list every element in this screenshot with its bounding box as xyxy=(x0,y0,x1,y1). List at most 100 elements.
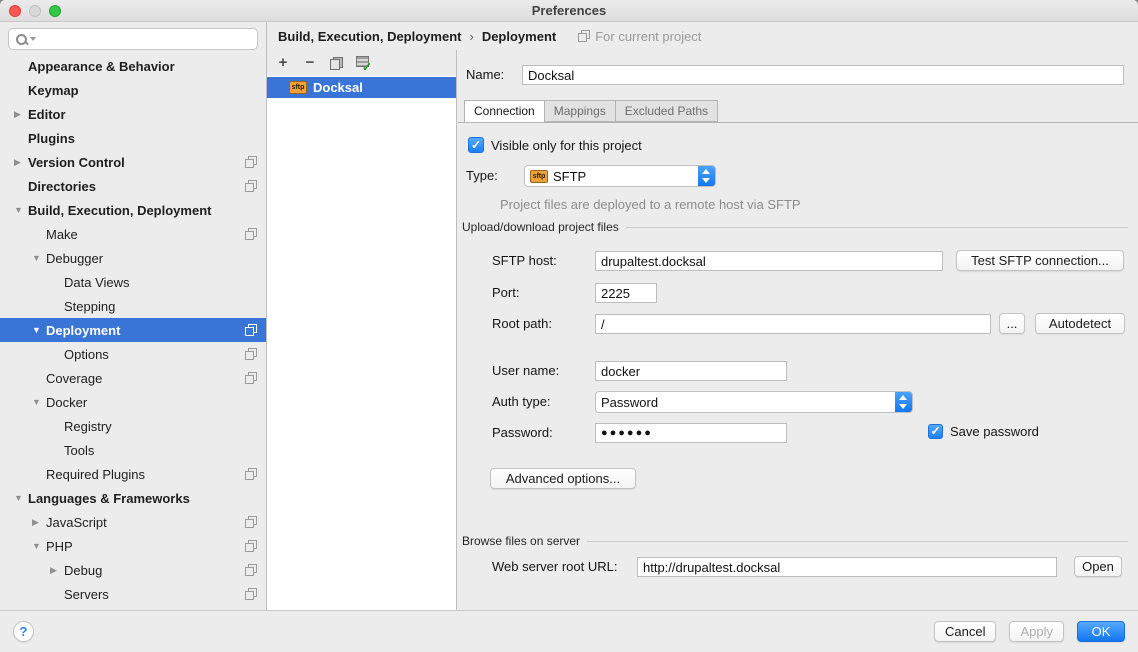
sidebar-item-debugger[interactable]: ▼Debugger xyxy=(0,246,266,270)
preferences-window: Preferences Appearance & Behavior Keymap… xyxy=(0,0,1138,652)
sidebar-item-data-views[interactable]: Data Views xyxy=(0,270,266,294)
web-root-field[interactable] xyxy=(637,557,1057,577)
password-label: Password: xyxy=(492,422,553,444)
sidebar-item-required-plugins[interactable]: Required Plugins xyxy=(0,462,266,486)
sidebar-item-stepping[interactable]: Stepping xyxy=(0,294,266,318)
save-password-label: Save password xyxy=(950,424,1039,439)
auth-type-label: Auth type: xyxy=(492,391,551,413)
project-scope-icon xyxy=(245,228,257,240)
name-field[interactable] xyxy=(522,65,1124,85)
settings-search-box[interactable] xyxy=(8,28,258,50)
sidebar-item-make[interactable]: Make xyxy=(0,222,266,246)
breadcrumb-separator: › xyxy=(469,29,473,44)
sidebar-item-docker[interactable]: ▼Docker xyxy=(0,390,266,414)
chevron-down-icon[interactable]: ▼ xyxy=(30,541,46,551)
server-name: Docksal xyxy=(313,80,363,95)
copy-server-button[interactable] xyxy=(330,57,343,70)
auth-type-value: Password xyxy=(601,395,658,410)
password-field[interactable] xyxy=(595,423,787,443)
deployment-form: Name: Connection Mappings Excluded Paths… xyxy=(458,50,1138,610)
minimize-button[interactable] xyxy=(29,5,41,17)
sidebar-item-options[interactable]: Options xyxy=(0,342,266,366)
breadcrumb-parent[interactable]: Build, Execution, Deployment xyxy=(278,29,461,44)
help-button[interactable]: ? xyxy=(13,621,34,642)
project-scope-icon xyxy=(245,372,257,384)
sidebar-item-appearance-behavior[interactable]: Appearance & Behavior xyxy=(0,54,266,78)
browse-root-path-button[interactable]: ... xyxy=(999,313,1025,334)
chevron-down-icon[interactable]: ▼ xyxy=(30,325,46,335)
sidebar-item-registry[interactable]: Registry xyxy=(0,414,266,438)
sftp-icon: sftp xyxy=(289,81,307,94)
breadcrumb: Build, Execution, Deployment › Deploymen… xyxy=(267,22,1138,50)
visible-only-label: Visible only for this project xyxy=(491,138,642,153)
sidebar-item-editor[interactable]: ▶Editor xyxy=(0,102,266,126)
sidebar-item-plugins[interactable]: Plugins xyxy=(0,126,266,150)
port-field[interactable] xyxy=(595,283,657,303)
port-label: Port: xyxy=(492,282,519,304)
test-sftp-connection-button[interactable]: Test SFTP connection... xyxy=(956,250,1124,271)
tab-connection[interactable]: Connection xyxy=(464,100,545,123)
type-label: Type: xyxy=(466,165,498,187)
upload-section-header: Upload/download project files xyxy=(462,220,1128,234)
web-root-label: Web server root URL: xyxy=(492,556,617,578)
autodetect-button[interactable]: Autodetect xyxy=(1035,313,1125,334)
auth-type-dropdown[interactable]: Password xyxy=(595,391,913,413)
user-name-field[interactable] xyxy=(595,361,787,381)
visible-only-checkbox[interactable]: ✓ xyxy=(468,137,484,153)
sidebar-item-php[interactable]: ▼PHP xyxy=(0,534,266,558)
sftp-host-field[interactable] xyxy=(595,251,943,271)
type-dropdown[interactable]: sftp SFTP xyxy=(524,165,716,187)
search-options-caret-icon[interactable] xyxy=(30,37,36,41)
add-server-button[interactable]: + xyxy=(276,55,290,71)
chevron-down-icon[interactable]: ▼ xyxy=(12,493,28,503)
dropdown-stepper-icon[interactable] xyxy=(895,392,912,412)
dropdown-stepper-icon[interactable] xyxy=(698,166,715,186)
chevron-right-icon[interactable]: ▶ xyxy=(12,109,28,120)
chevron-down-icon[interactable]: ▼ xyxy=(30,397,46,407)
user-name-label: User name: xyxy=(492,360,559,382)
chevron-down-icon[interactable]: ▼ xyxy=(30,253,46,263)
sidebar-item-directories[interactable]: Directories xyxy=(0,174,266,198)
close-button[interactable] xyxy=(9,5,21,17)
apply-button[interactable]: Apply xyxy=(1009,621,1064,642)
sidebar-item-coverage[interactable]: Coverage xyxy=(0,366,266,390)
tab-excluded-paths[interactable]: Excluded Paths xyxy=(616,100,718,122)
sidebar-item-deployment[interactable]: ▼Deployment xyxy=(0,318,266,342)
check-icon: ✓ xyxy=(362,60,372,74)
open-url-button[interactable]: Open xyxy=(1074,556,1122,577)
sidebar-item-servers[interactable]: Servers xyxy=(0,582,266,606)
sidebar-item-javascript[interactable]: ▶JavaScript xyxy=(0,510,266,534)
tab-mappings[interactable]: Mappings xyxy=(545,100,616,122)
sidebar-item-keymap[interactable]: Keymap xyxy=(0,78,266,102)
chevron-right-icon[interactable]: ▶ xyxy=(48,565,64,576)
server-list-toolbar: + − ✓ xyxy=(267,50,456,76)
sidebar-item-debug[interactable]: ▶Debug xyxy=(0,558,266,582)
project-scope-icon xyxy=(245,468,257,480)
chevron-down-icon[interactable]: ▼ xyxy=(12,205,28,215)
chevron-right-icon[interactable]: ▶ xyxy=(30,517,46,528)
settings-search-input[interactable] xyxy=(39,30,253,48)
project-scope-icon xyxy=(578,30,590,42)
ok-button[interactable]: OK xyxy=(1077,621,1125,642)
root-path-label: Root path: xyxy=(492,313,552,335)
cancel-button[interactable]: Cancel xyxy=(934,621,996,642)
sidebar-item-languages-frameworks[interactable]: ▼Languages & Frameworks xyxy=(0,486,266,510)
server-list-item-docksal[interactable]: sftp Docksal xyxy=(267,77,456,98)
sidebar-item-version-control[interactable]: ▶Version Control xyxy=(0,150,266,174)
use-as-default-button[interactable]: ✓ xyxy=(356,56,370,70)
zoom-button[interactable] xyxy=(49,5,61,17)
advanced-options-button[interactable]: Advanced options... xyxy=(490,468,636,489)
project-scope-icon xyxy=(245,588,257,600)
server-list-panel: + − ✓ sftp Docksal xyxy=(267,50,457,610)
root-path-field[interactable] xyxy=(595,314,991,334)
scope-label: For current project xyxy=(595,29,701,44)
remove-server-button[interactable]: − xyxy=(303,55,317,71)
sidebar-item-build-execution-deployment[interactable]: ▼Build, Execution, Deployment xyxy=(0,198,266,222)
save-password-checkbox[interactable]: ✓ xyxy=(928,424,943,439)
chevron-right-icon[interactable]: ▶ xyxy=(12,157,28,168)
browse-section-title: Browse files on server xyxy=(462,534,580,548)
settings-sidebar: Appearance & Behavior Keymap ▶Editor Plu… xyxy=(0,22,267,610)
browse-section-header: Browse files on server xyxy=(462,534,1128,548)
type-help-text: Project files are deployed to a remote h… xyxy=(500,197,801,212)
sidebar-item-tools[interactable]: Tools xyxy=(0,438,266,462)
